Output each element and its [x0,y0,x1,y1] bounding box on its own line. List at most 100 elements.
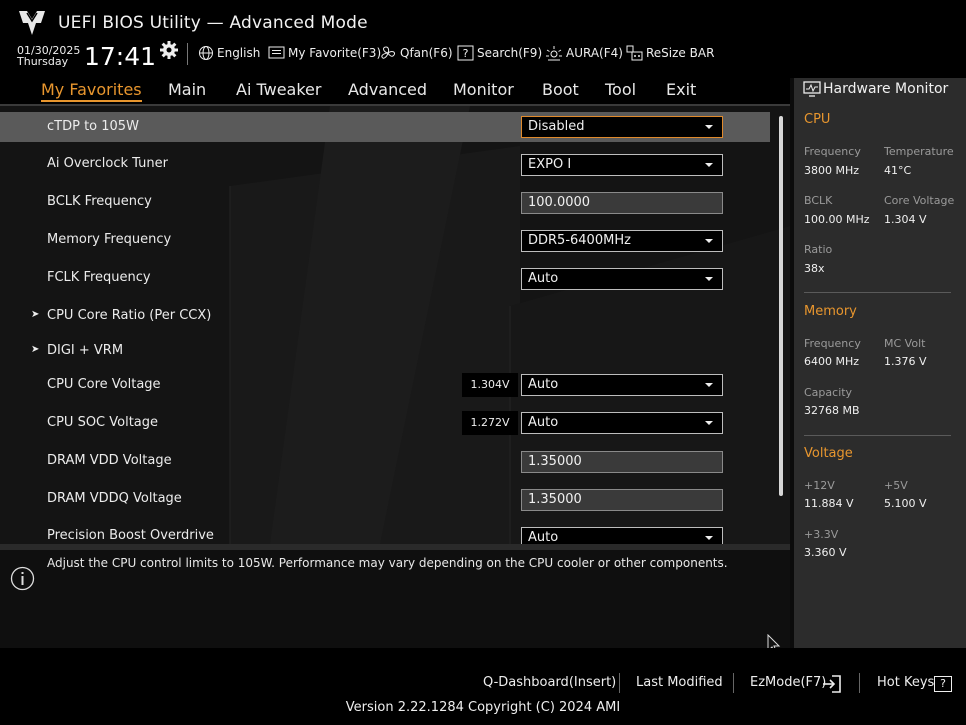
precision-boost-overdrive-dropdown[interactable]: Auto [521,527,723,544]
language-button[interactable]: English [198,44,260,62]
settings-scrollbar[interactable] [779,116,783,496]
globe-icon [199,46,213,60]
voltage-section-title: Voltage [804,446,853,461]
exit-arrow-icon[interactable] [822,674,842,694]
search-button[interactable]: ? Search(F9) [457,44,542,62]
submenu-digi-vrm[interactable]: ➤ DIGI + VRM [0,339,770,373]
section-divider [804,435,951,436]
memory-frequency-value: 6400 MHz [804,355,860,368]
help-text: Adjust the CPU control limits to 105W. P… [47,556,728,570]
dropdown-value: Auto [528,415,559,430]
hardware-monitor-panel: Hardware Monitor CPU Frequency Temperatu… [794,78,966,648]
dropdown-value: Disabled [528,119,585,134]
ezmode-button[interactable]: EzMode(F7) [750,675,826,690]
help-icon[interactable]: ? [934,676,952,692]
setting-row-fclk-frequency[interactable]: FCLK Frequency Auto [0,264,770,298]
bclk-frequency-input[interactable]: 100.0000 [521,192,723,214]
help-panel: Adjust the CPU control limits to 105W. P… [0,550,790,655]
core-voltage-label: Core Voltage [884,194,955,207]
time-display[interactable]: 17:41 [84,42,156,71]
last-modified-button[interactable]: Last Modified [636,675,723,690]
setting-row-ai-overclock-tuner[interactable]: Ai Overclock Tuner EXPO I [0,150,770,184]
tab-main[interactable]: Main [168,80,206,99]
setting-label: CPU Core Voltage [47,377,161,392]
search-icon: ? [457,45,474,61]
footer-bar: Q-Dashboard(Insert) Last Modified EzMode… [0,648,966,725]
chevron-down-icon [705,125,713,129]
setting-label: FCLK Frequency [47,270,151,285]
tab-ai-tweaker[interactable]: Ai Tweaker [236,80,321,99]
setting-label: CPU SOC Voltage [47,415,159,430]
tab-my-favorites[interactable]: My Favorites [41,80,142,102]
aura-icon [546,46,562,61]
ctdp-dropdown[interactable]: Disabled [521,116,723,138]
setting-row-ctdp[interactable]: cTDP to 105W Disabled [0,112,770,142]
resize-bar-icon [626,45,643,61]
my-favorite-button[interactable]: My Favorite(F3) [268,44,381,62]
setting-row-dram-vdd-voltage[interactable]: DRAM VDD Voltage 1.35000 [0,449,770,483]
dropdown-value: EXPO I [528,157,572,172]
submenu-cpu-core-ratio[interactable]: ➤ CPU Core Ratio (Per CCX) [0,304,770,338]
favorite-icon [268,46,285,59]
mc-volt-value: 1.376 V [884,355,927,368]
cpu-core-voltage-dropdown[interactable]: Auto [521,374,723,396]
capacity-label: Capacity [804,386,853,399]
setting-label: BCLK Frequency [47,194,152,209]
v33-label: +3.3V [804,528,839,541]
tuf-logo-icon [19,11,45,35]
q-dashboard-button[interactable]: Q-Dashboard(Insert) [483,675,616,690]
chevron-down-icon [705,163,713,167]
chevron-down-icon [705,536,713,540]
setting-label: cTDP to 105W [47,119,139,134]
footer-divider [733,673,734,693]
tab-advanced[interactable]: Advanced [348,80,427,99]
tab-tool[interactable]: Tool [605,80,636,99]
bclk-label: BCLK [804,194,833,207]
bclk-value: 100.00 MHz [804,213,870,226]
dram-vddq-voltage-input[interactable]: 1.35000 [521,489,723,511]
footer-divider [619,673,620,693]
hardware-monitor-header[interactable]: Hardware Monitor [794,78,966,102]
v12-label: +12V [804,479,835,492]
settings-panel: cTDP to 105W Disabled Ai Overclock Tuner… [0,106,790,544]
v12-value: 11.884 V [804,497,854,510]
dropdown-value: Auto [528,377,559,392]
memory-frequency-dropdown[interactable]: DDR5-6400MHz [521,230,723,252]
setting-label: Precision Boost Overdrive [47,528,214,543]
footer-divider [859,673,860,693]
setting-row-bclk-frequency[interactable]: BCLK Frequency 100.0000 [0,188,770,222]
submenu-label: CPU Core Ratio (Per CCX) [47,308,212,323]
submenu-label: DIGI + VRM [47,343,124,358]
cpu-frequency-label: Frequency [804,145,861,158]
memory-frequency-label: Frequency [804,337,861,350]
tab-monitor[interactable]: Monitor [453,80,514,99]
voltage-reading: 1.304V [462,373,518,397]
submenu-arrow-icon: ➤ [31,309,40,320]
setting-row-cpu-soc-voltage[interactable]: CPU SOC Voltage 1.272V Auto [0,411,770,445]
setting-row-cpu-core-voltage[interactable]: CPU Core Voltage 1.304V Auto [0,373,770,407]
mc-volt-label: MC Volt [884,337,926,350]
cpu-temperature-label: Temperature [884,145,954,158]
gear-icon[interactable] [159,40,179,60]
submenu-arrow-icon: ➤ [31,344,40,355]
qfan-button[interactable]: Qfan(F6) [380,44,453,62]
ai-overclock-tuner-dropdown[interactable]: EXPO I [521,154,723,176]
monitor-icon [803,81,821,97]
my-favorite-label: My Favorite(F3) [288,46,382,60]
aura-button[interactable]: AURA(F4) [545,44,623,62]
ratio-value: 38x [804,262,825,275]
setting-row-dram-vddq-voltage[interactable]: DRAM VDDQ Voltage 1.35000 [0,487,770,521]
fclk-frequency-dropdown[interactable]: Auto [521,268,723,290]
setting-row-memory-frequency[interactable]: Memory Frequency DDR5-6400MHz [0,226,770,260]
dram-vdd-voltage-input[interactable]: 1.35000 [521,451,723,473]
cpu-soc-voltage-dropdown[interactable]: Auto [521,412,723,434]
setting-row-precision-boost-overdrive[interactable]: Precision Boost Overdrive Auto [0,525,770,544]
header-bar: UEFI BIOS Utility — Advanced Mode 01/30/… [0,0,966,78]
tab-boot[interactable]: Boot [542,80,579,99]
resize-bar-button[interactable]: ReSize BAR [626,44,714,62]
dropdown-value: Auto [528,530,559,544]
hardware-monitor-title: Hardware Monitor [823,81,949,97]
cpu-section-title: CPU [804,112,831,127]
tab-exit[interactable]: Exit [666,80,696,99]
hot-keys-button[interactable]: Hot Keys [877,675,934,690]
